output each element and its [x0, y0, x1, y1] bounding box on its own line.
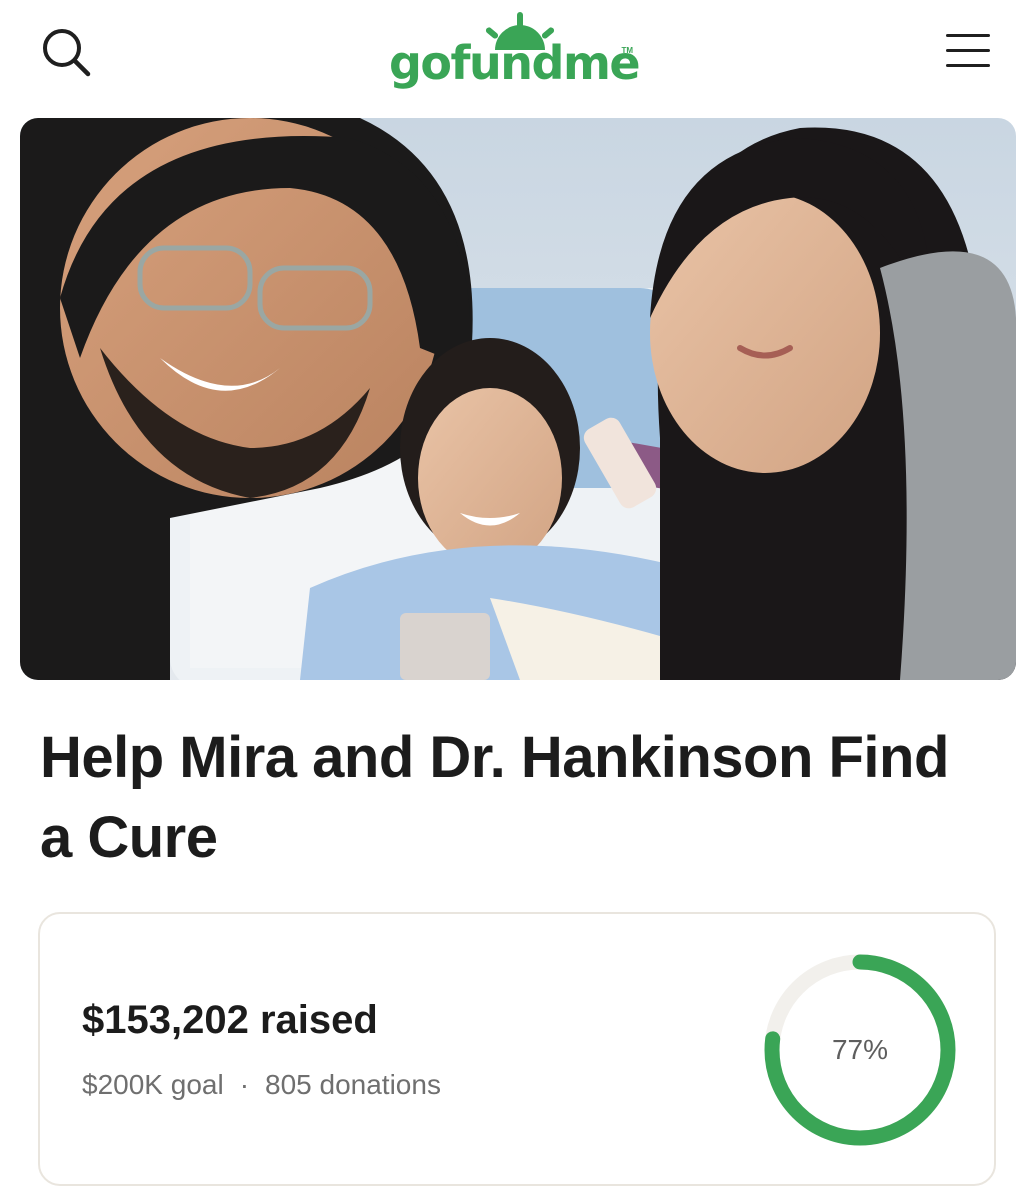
- gofundme-logo[interactable]: gofundme TM: [385, 6, 655, 102]
- campaign-title: Help Mira and Dr. Hankinson Find a Cure: [40, 725, 949, 871]
- campaign-hero-image: [20, 118, 1016, 680]
- top-nav: gofundme TM: [0, 0, 1035, 110]
- search-icon: [43, 29, 91, 77]
- donation-count: 805 donations: [265, 1069, 441, 1100]
- goal-amount: $200K goal: [82, 1069, 224, 1100]
- fundraising-progress-card[interactable]: $153,202 raised $200K goal · 805 donations…: [38, 912, 996, 1186]
- hero-photo-illustration: [20, 118, 1016, 680]
- goal-and-donations: $200K goal · 805 donations: [82, 1069, 441, 1101]
- search-button[interactable]: [36, 24, 96, 80]
- logo-wordmark: gofundme: [389, 36, 641, 90]
- logo-trademark: TM: [621, 46, 633, 55]
- progress-ring: 77%: [760, 950, 960, 1150]
- amount-raised: $153,202 raised: [82, 998, 378, 1042]
- separator-dot: ·: [239, 1069, 250, 1100]
- menu-button[interactable]: [940, 30, 996, 72]
- progress-percent-label: 77%: [831, 1034, 889, 1065]
